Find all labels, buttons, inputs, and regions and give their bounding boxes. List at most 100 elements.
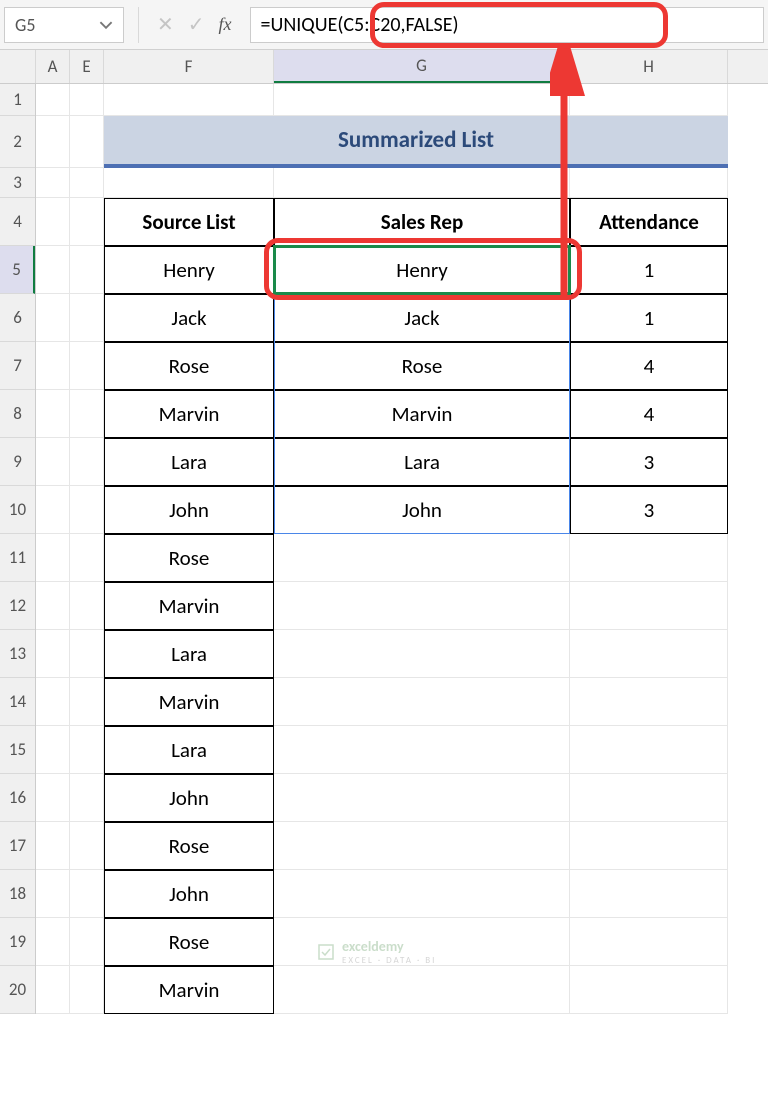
cell-H3[interactable] xyxy=(570,168,728,198)
source-9[interactable]: Lara xyxy=(104,438,274,486)
source-11[interactable]: Rose xyxy=(104,534,274,582)
cell-E4[interactable] xyxy=(70,198,104,246)
cell-G12[interactable] xyxy=(274,582,570,630)
cell-A5[interactable] xyxy=(36,246,70,294)
enter-icon[interactable]: ✓ xyxy=(188,12,205,37)
cell-A7[interactable] xyxy=(36,342,70,390)
cell-E18[interactable] xyxy=(70,870,104,918)
cell-E6[interactable] xyxy=(70,294,104,342)
cell-E17[interactable] xyxy=(70,822,104,870)
cell-E2[interactable] xyxy=(70,116,104,168)
cell-G17[interactable] xyxy=(274,822,570,870)
sales-9[interactable]: Lara xyxy=(274,438,570,486)
cell-A3[interactable] xyxy=(36,168,70,198)
row-header-13[interactable]: 13 xyxy=(0,630,35,678)
cell-H18[interactable] xyxy=(570,870,728,918)
source-13[interactable]: Lara xyxy=(104,630,274,678)
cell-E8[interactable] xyxy=(70,390,104,438)
cell-E1[interactable] xyxy=(70,84,104,116)
cell-A18[interactable] xyxy=(36,870,70,918)
cell-A8[interactable] xyxy=(36,390,70,438)
row-header-15[interactable]: 15 xyxy=(0,726,35,774)
cell-G13[interactable] xyxy=(274,630,570,678)
sales-10[interactable]: John xyxy=(274,486,570,534)
cell-E5[interactable] xyxy=(70,246,104,294)
cell-E20[interactable] xyxy=(70,966,104,1014)
row-header-19[interactable]: 19 xyxy=(0,918,35,966)
cell-H16[interactable] xyxy=(570,774,728,822)
source-6[interactable]: Jack xyxy=(104,294,274,342)
col-header-A[interactable]: A xyxy=(36,50,70,83)
sales-7[interactable]: Rose xyxy=(274,342,570,390)
cell-A16[interactable] xyxy=(36,774,70,822)
cell-H20[interactable] xyxy=(570,966,728,1014)
header-sales[interactable]: Sales Rep xyxy=(274,198,570,246)
cell-A19[interactable] xyxy=(36,918,70,966)
row-header-6[interactable]: 6 xyxy=(0,294,35,342)
col-header-E[interactable]: E xyxy=(70,50,104,83)
att-9[interactable]: 3 xyxy=(570,438,728,486)
cell-E11[interactable] xyxy=(70,534,104,582)
cell-E16[interactable] xyxy=(70,774,104,822)
row-header-17[interactable]: 17 xyxy=(0,822,35,870)
row-header-9[interactable]: 9 xyxy=(0,438,35,486)
sales-8[interactable]: Marvin xyxy=(274,390,570,438)
source-7[interactable]: Rose xyxy=(104,342,274,390)
source-8[interactable]: Marvin xyxy=(104,390,274,438)
cell-A12[interactable] xyxy=(36,582,70,630)
cell-G20[interactable] xyxy=(274,966,570,1014)
cell-E14[interactable] xyxy=(70,678,104,726)
col-header-G[interactable]: G xyxy=(274,50,570,83)
cell-A11[interactable] xyxy=(36,534,70,582)
source-20[interactable]: Marvin xyxy=(104,966,274,1014)
row-header-12[interactable]: 12 xyxy=(0,582,35,630)
cell-H19[interactable] xyxy=(570,918,728,966)
cell-H15[interactable] xyxy=(570,726,728,774)
source-14[interactable]: Marvin xyxy=(104,678,274,726)
att-8[interactable]: 4 xyxy=(570,390,728,438)
cell-A9[interactable] xyxy=(36,438,70,486)
row-header-11[interactable]: 11 xyxy=(0,534,35,582)
cell-H17[interactable] xyxy=(570,822,728,870)
source-15[interactable]: Lara xyxy=(104,726,274,774)
row-header-7[interactable]: 7 xyxy=(0,342,35,390)
cell-H14[interactable] xyxy=(570,678,728,726)
cell-G16[interactable] xyxy=(274,774,570,822)
cell-F3[interactable] xyxy=(104,168,274,198)
source-19[interactable]: Rose xyxy=(104,918,274,966)
formula-input[interactable]: =UNIQUE(C5:C20,FALSE) xyxy=(250,7,764,43)
sales-6[interactable]: Jack xyxy=(274,294,570,342)
cell-E12[interactable] xyxy=(70,582,104,630)
row-header-18[interactable]: 18 xyxy=(0,870,35,918)
cell-A17[interactable] xyxy=(36,822,70,870)
cell-E19[interactable] xyxy=(70,918,104,966)
cell-E15[interactable] xyxy=(70,726,104,774)
cell-G3[interactable] xyxy=(274,168,570,198)
att-6[interactable]: 1 xyxy=(570,294,728,342)
row-header-10[interactable]: 10 xyxy=(0,486,35,534)
cancel-icon[interactable]: ✕ xyxy=(157,12,174,37)
cell-A15[interactable] xyxy=(36,726,70,774)
col-header-F[interactable]: F xyxy=(104,50,274,83)
cell-E3[interactable] xyxy=(70,168,104,198)
cell-E7[interactable] xyxy=(70,342,104,390)
cell-G1[interactable] xyxy=(274,84,570,116)
row-header-2[interactable]: 2 xyxy=(0,116,35,168)
source-18[interactable]: John xyxy=(104,870,274,918)
cell-A10[interactable] xyxy=(36,486,70,534)
cell-H13[interactable] xyxy=(570,630,728,678)
cell-H12[interactable] xyxy=(570,582,728,630)
source-17[interactable]: Rose xyxy=(104,822,274,870)
header-attendance[interactable]: Attendance xyxy=(570,198,728,246)
cell-A6[interactable] xyxy=(36,294,70,342)
cell-A2[interactable] xyxy=(36,116,70,168)
row-header-16[interactable]: 16 xyxy=(0,774,35,822)
source-12[interactable]: Marvin xyxy=(104,582,274,630)
att-5[interactable]: 1 xyxy=(570,246,728,294)
cell-G18[interactable] xyxy=(274,870,570,918)
row-header-4[interactable]: 4 xyxy=(0,198,35,246)
insert-function-button[interactable]: fx xyxy=(219,14,232,35)
cell-G15[interactable] xyxy=(274,726,570,774)
cell-A4[interactable] xyxy=(36,198,70,246)
select-all-corner[interactable] xyxy=(0,50,36,83)
